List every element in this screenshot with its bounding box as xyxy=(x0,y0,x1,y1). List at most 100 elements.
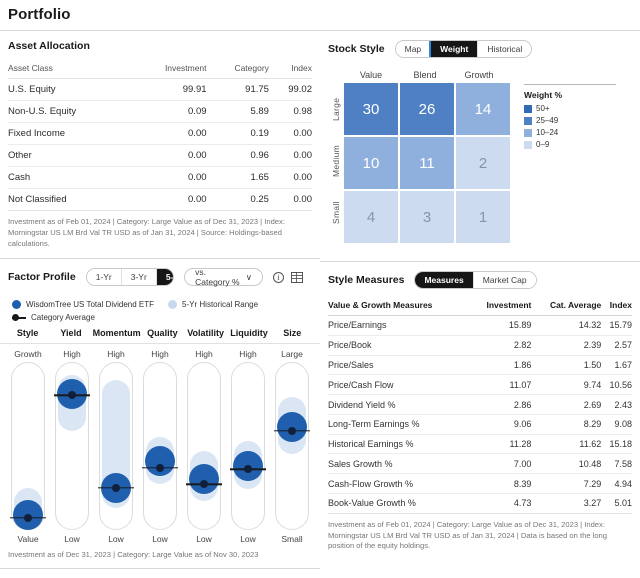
factor-track-group xyxy=(0,362,320,531)
row-label: Long-Term Earnings % xyxy=(328,414,471,435)
factor-top-label: High xyxy=(239,349,257,360)
tab-3yr[interactable]: 3-Yr xyxy=(121,269,157,286)
tab-market-cap[interactable]: Market Cap xyxy=(473,272,536,288)
stock-style-cells: 30 26 14 10 11 2 4 3 1 xyxy=(344,83,510,243)
cell-index: 10.56 xyxy=(601,374,632,396)
legend-swatch-icon xyxy=(524,129,532,137)
cell-index: 2.57 xyxy=(601,335,632,356)
row-label: Price/Earnings xyxy=(328,315,471,336)
cell-investment: 8.39 xyxy=(470,473,532,495)
cell-index: 0.00 xyxy=(268,122,312,145)
cell-cat-average: 3.27 xyxy=(531,493,602,514)
table-row: Dividend Yield % 2.86 2.69 2.43 xyxy=(328,394,632,415)
style-row-large: Large xyxy=(331,97,341,121)
factor-top-label: High xyxy=(151,349,169,360)
factor-track-cell xyxy=(226,362,270,531)
style-measures-header: Style Measures Measures Market Cap xyxy=(320,262,640,297)
style-cell-1-2[interactable]: 2 xyxy=(456,137,510,189)
factor-profile-footnote: Investment as of Dec 31, 2023 | Category… xyxy=(8,550,259,560)
tab-5yr[interactable]: 5-Yr xyxy=(156,269,174,286)
factor-bottom-label: Small xyxy=(281,534,303,545)
legend-item-range: 5-Yr Historical Range xyxy=(168,300,258,310)
stock-style-header: Stock Style Map Weight Historical xyxy=(320,31,640,66)
asset-allocation-table-wrap: Asset Class Investment Category Index U.… xyxy=(0,60,320,211)
factor-top-labels: Growth High High High High High Large xyxy=(0,344,320,362)
cell-index: 9.08 xyxy=(601,414,632,435)
cell-investment: 7.00 xyxy=(470,453,532,475)
cell-investment: 99.91 xyxy=(131,78,207,101)
factor-header-style: Style xyxy=(16,328,39,339)
category-average-dot xyxy=(244,465,252,474)
style-cell-1-0[interactable]: 10 xyxy=(344,137,398,189)
info-icon[interactable]: i xyxy=(273,271,284,283)
cell-index: 0.00 xyxy=(268,188,312,211)
style-cell-1-1[interactable]: 11 xyxy=(400,137,454,189)
factor-track-quality[interactable] xyxy=(142,362,178,531)
row-label: Historical Earnings % xyxy=(328,434,471,455)
cell-category: 5.89 xyxy=(206,100,269,123)
portfolio-page: Portfolio Asset Allocation Asset Class I… xyxy=(0,0,640,578)
chevron-down-icon: ∨ xyxy=(245,271,252,282)
stock-style-toggle[interactable]: Map Weight Historical xyxy=(394,40,533,58)
style-cell-0-1[interactable]: 26 xyxy=(400,83,454,135)
asset-allocation-body: U.S. Equity 99.91 91.75 99.02 Non-U.S. E… xyxy=(8,78,312,211)
row-label: Other xyxy=(8,144,132,167)
factor-track-volatility[interactable] xyxy=(186,362,222,531)
tab-1yr[interactable]: 1-Yr xyxy=(86,269,122,286)
factor-header-liquidity: Liquidity xyxy=(230,328,268,339)
style-cell-2-2[interactable]: 1 xyxy=(456,191,510,243)
tab-historical[interactable]: Historical xyxy=(478,41,532,57)
row-label: Cash-Flow Growth % xyxy=(328,473,471,495)
cell-index: 15.18 xyxy=(601,434,632,455)
style-col-value: Value xyxy=(359,70,383,80)
stock-style-column-labels: Value Blend Growth xyxy=(344,70,510,83)
table-row: Other 0.00 0.96 0.00 xyxy=(8,144,312,167)
table-row: Fixed Income 0.00 0.19 0.00 xyxy=(8,122,312,145)
cell-cat-average: 2.39 xyxy=(531,335,602,356)
factor-track-liquidity[interactable] xyxy=(230,362,266,531)
factor-period-toggle[interactable]: 1-Yr 3-Yr 5-Yr xyxy=(85,268,175,287)
cell-cat-average: 11.62 xyxy=(531,434,602,455)
factor-track-yield[interactable] xyxy=(54,362,90,531)
legend-item: 50+ xyxy=(524,103,634,115)
style-cell-0-2[interactable]: 14 xyxy=(456,83,510,135)
cell-index: 0.98 xyxy=(268,100,312,123)
category-average-dot xyxy=(112,483,120,492)
factor-profile-header: Factor Profile 1-Yr 3-Yr 5-Yr vs. Catego… xyxy=(0,259,320,294)
factor-track-size[interactable] xyxy=(274,362,310,531)
factor-bottom-label: Low xyxy=(108,534,124,545)
style-cell-2-1[interactable]: 3 xyxy=(400,191,454,243)
stock-style-legend: Weight % 50+ 25–49 10–24 0–9 xyxy=(524,70,634,243)
comparison-dropdown[interactable]: vs. Category % ∨ xyxy=(184,267,263,287)
category-average-dot xyxy=(156,463,164,472)
row-label: Price/Book xyxy=(328,335,471,356)
legend-label-investment: WisdomTree US Total Dividend ETF xyxy=(26,300,155,310)
factor-track-style[interactable] xyxy=(10,362,46,531)
factor-track-cell xyxy=(94,362,138,531)
legend-label: 25–49 xyxy=(536,116,559,125)
style-cell-0-0[interactable]: 30 xyxy=(344,83,398,135)
factor-track-cell xyxy=(182,362,226,531)
factor-bottom-label: Low xyxy=(64,534,80,545)
factor-track-cell xyxy=(138,362,182,531)
table-row: Price/Earnings 15.89 14.32 15.79 xyxy=(328,315,632,336)
investment-bubble[interactable] xyxy=(189,464,219,495)
style-measures-toggle[interactable]: Measures Market Cap xyxy=(414,271,537,289)
tab-measures[interactable]: Measures xyxy=(415,272,474,288)
factor-track-momentum[interactable] xyxy=(98,362,134,531)
cell-category: 0.19 xyxy=(206,122,269,145)
factor-bottom-label: Low xyxy=(196,534,212,545)
factor-top-label: Growth xyxy=(14,349,42,360)
tab-weight[interactable]: Weight xyxy=(431,41,479,57)
row-label: Cash xyxy=(8,166,132,189)
cell-investment: 0.00 xyxy=(131,122,207,145)
style-col-blend: Blend xyxy=(413,70,437,80)
factor-header-quality: Quality xyxy=(147,328,178,339)
stock-style-grid-rows: Large Medium Small 30 26 14 10 11 2 4 3 1 xyxy=(328,83,510,243)
tab-map[interactable]: Map xyxy=(395,41,432,57)
page-title: Portfolio xyxy=(8,6,71,23)
table-view-icon[interactable] xyxy=(291,271,303,283)
style-cell-2-0[interactable]: 4 xyxy=(344,191,398,243)
category-average-dot xyxy=(24,513,32,522)
legend-items: 50+ 25–49 10–24 0–9 xyxy=(524,103,634,151)
